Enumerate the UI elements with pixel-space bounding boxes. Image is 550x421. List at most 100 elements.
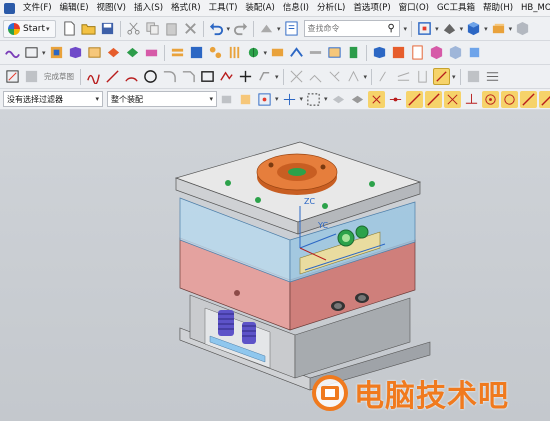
view-cube-icon[interactable]: [514, 20, 531, 37]
snap-mid-icon[interactable]: [387, 91, 404, 108]
trim-mold-icon[interactable]: [371, 44, 388, 61]
menu-tools[interactable]: 工具(T): [205, 0, 242, 16]
menu-format[interactable]: 格式(R): [167, 0, 205, 16]
snap-tangent-icon[interactable]: [519, 90, 537, 108]
chevron-down-icon[interactable]: ▾: [324, 95, 328, 103]
redo-icon[interactable]: [232, 20, 249, 37]
command-finder-icon[interactable]: [283, 20, 300, 37]
chevron-down-icon[interactable]: ▾: [452, 73, 456, 81]
select-all-icon[interactable]: [330, 91, 347, 108]
snap-center-icon[interactable]: [481, 90, 499, 108]
general-selection-icon[interactable]: [237, 91, 254, 108]
snap-perpendicular-icon[interactable]: [463, 91, 480, 108]
profile-icon[interactable]: [85, 68, 102, 85]
chevron-down-icon[interactable]: ▾: [509, 25, 513, 33]
polygon-icon[interactable]: [218, 68, 235, 85]
bill-of-material-icon[interactable]: [409, 44, 426, 61]
locating-ring[interactable]: [256, 153, 338, 195]
snap-line-alt-icon[interactable]: [424, 90, 442, 108]
finish-sketch-label[interactable]: 完成草图: [44, 71, 74, 82]
chevron-down-icon[interactable]: ▾: [460, 25, 464, 33]
line-icon[interactable]: [104, 68, 121, 85]
chevron-down-icon[interactable]: ▾: [227, 25, 231, 33]
cooling-icon[interactable]: [326, 44, 343, 61]
snap-curve-icon[interactable]: [538, 90, 550, 108]
shaded-cube-icon[interactable]: [465, 20, 482, 37]
circle-icon[interactable]: [142, 68, 159, 85]
geometric-constraint-icon[interactable]: [414, 68, 431, 85]
workpiece-icon[interactable]: [86, 44, 103, 61]
spring-right[interactable]: [242, 322, 256, 344]
point-icon[interactable]: [237, 68, 254, 85]
arc-icon[interactable]: [123, 68, 140, 85]
snap-intersection-icon[interactable]: [443, 90, 461, 108]
menu-help[interactable]: 帮助(H): [479, 0, 517, 16]
quick-trim-icon[interactable]: [288, 68, 305, 85]
pocket-icon[interactable]: [390, 44, 407, 61]
electrode-icon[interactable]: [345, 44, 362, 61]
snap-end-icon[interactable]: [367, 90, 385, 108]
hole-table-icon[interactable]: [447, 44, 464, 61]
save-icon[interactable]: [99, 20, 116, 37]
new-file-icon[interactable]: [61, 20, 78, 37]
paste-icon[interactable]: [163, 20, 180, 37]
parting-tools-icon[interactable]: [169, 44, 186, 61]
search-icon[interactable]: ⚲: [388, 23, 395, 34]
mold-wizard-icon[interactable]: [48, 44, 65, 61]
cut-icon[interactable]: [125, 20, 142, 37]
menu-gc-toolkit[interactable]: GC工具箱: [433, 0, 479, 16]
menu-window[interactable]: 窗口(O): [395, 0, 433, 16]
menu-preferences[interactable]: 首选项(P): [349, 0, 394, 16]
chevron-down-icon[interactable]: ▾: [484, 25, 488, 33]
dimension-icon[interactable]: [395, 68, 412, 85]
constraints-icon[interactable]: [376, 68, 393, 85]
cavity-layout-icon[interactable]: [105, 44, 122, 61]
chevron-down-icon[interactable]: ▾: [364, 73, 368, 81]
command-search-input[interactable]: [307, 24, 388, 33]
ejector-pin-icon[interactable]: [226, 44, 243, 61]
assembly-navigator-icon[interactable]: [218, 91, 235, 108]
selection-filter-icon[interactable]: [256, 91, 273, 108]
menu-insert[interactable]: 插入(S): [130, 0, 167, 16]
subinsert-icon[interactable]: [269, 44, 286, 61]
snap-quadrant-icon[interactable]: [500, 90, 518, 108]
copy-icon[interactable]: [144, 20, 161, 37]
delete-icon[interactable]: [182, 20, 199, 37]
menu-view[interactable]: 视图(V): [93, 0, 130, 16]
chevron-down-icon[interactable]: ▾: [264, 49, 268, 57]
runner-icon[interactable]: [307, 44, 324, 61]
menu-analysis[interactable]: 分析(L): [313, 0, 349, 16]
make-corner-icon[interactable]: [326, 68, 343, 85]
offset-curve-icon[interactable]: [256, 68, 273, 85]
menu-edit[interactable]: 编辑(E): [56, 0, 93, 16]
wave-link-icon[interactable]: [4, 44, 21, 61]
quick-extend-icon[interactable]: [307, 68, 324, 85]
mirror-curve-icon[interactable]: [345, 68, 362, 85]
type-filter-select[interactable]: 没有选择过滤器 ▾: [3, 91, 103, 107]
gate-icon[interactable]: [288, 44, 305, 61]
chevron-down-icon[interactable]: ▾: [275, 95, 279, 103]
snap-line-icon[interactable]: [405, 90, 423, 108]
spring-left[interactable]: [218, 310, 234, 336]
finish-sketch-icon[interactable]: [23, 68, 40, 85]
menu-assembly[interactable]: 装配(A): [241, 0, 278, 16]
chevron-down-icon[interactable]: ▾: [275, 73, 279, 81]
standard-parts-icon[interactable]: [207, 44, 224, 61]
chevron-down-icon[interactable]: ▾: [300, 95, 304, 103]
fillet-icon[interactable]: [161, 68, 178, 85]
undo-icon[interactable]: [208, 20, 225, 37]
select-box-icon[interactable]: [305, 91, 322, 108]
auto-constrain-icon[interactable]: [433, 68, 451, 85]
chevron-down-icon[interactable]: ▾: [277, 25, 281, 33]
chamfer-icon[interactable]: [180, 68, 197, 85]
repeat-command-icon[interactable]: [258, 20, 275, 37]
sketch-icon[interactable]: [4, 68, 21, 85]
sketch-settings-icon[interactable]: [484, 68, 501, 85]
assembly-drawing-icon[interactable]: [428, 44, 445, 61]
open-folder-icon[interactable]: [80, 20, 97, 37]
family-mold-icon[interactable]: [124, 44, 141, 61]
rectangle-icon[interactable]: [199, 68, 216, 85]
show-constraints-icon[interactable]: [465, 68, 482, 85]
command-search-box[interactable]: ⚲: [303, 20, 400, 37]
rendering-style-icon[interactable]: [441, 20, 458, 37]
